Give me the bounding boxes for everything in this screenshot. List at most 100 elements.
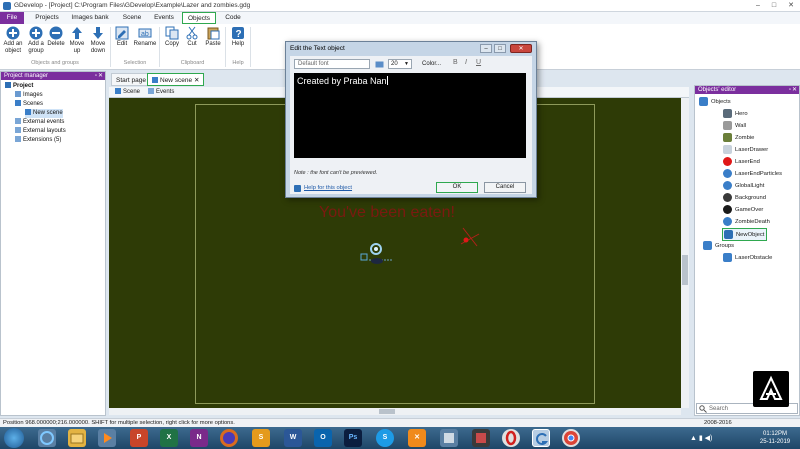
subtab-events[interactable]: Events [145, 88, 177, 97]
minimize-button[interactable]: – [752, 1, 764, 10]
bold-icon[interactable]: B [453, 59, 458, 66]
object-item[interactable]: LaserDrawer [723, 145, 768, 154]
taskbar-app-xampp[interactable]: ✕ [408, 429, 426, 447]
tab-projects[interactable]: Projects [30, 12, 64, 24]
dialog-maximize-button[interactable]: □ [494, 44, 506, 53]
color-button[interactable]: Color... [422, 61, 441, 67]
copy-button[interactable]: Copy [162, 26, 182, 48]
taskbar-app-sublime[interactable]: S [252, 429, 270, 447]
object-item[interactable]: ZombieDeath [723, 217, 770, 226]
taskbar-app-powerpoint[interactable]: P [130, 429, 148, 447]
taskbar-app-firefox[interactable] [220, 429, 238, 447]
delete-button[interactable]: Delete [46, 26, 66, 48]
taskbar-app-gdevelop[interactable] [532, 429, 550, 447]
taskbar-app-photoshop[interactable]: Ps [344, 429, 362, 447]
vertical-scrollbar[interactable] [681, 98, 689, 408]
help-button[interactable]: ? Help [228, 26, 248, 48]
scene-icon [115, 88, 121, 94]
tree-new-scene[interactable]: New scene [25, 109, 63, 118]
object-item[interactable]: GameOver [723, 205, 763, 214]
italic-icon[interactable]: I [465, 59, 467, 66]
taskbar-app-ie[interactable] [38, 429, 56, 447]
restore-icon[interactable]: ▫ [789, 86, 791, 94]
taskbar-app-word[interactable]: W [284, 429, 302, 447]
clock-time: 01:12PM [762, 431, 787, 437]
restore-icon[interactable]: ▫ [95, 72, 97, 80]
object-item[interactable]: Zombie [723, 133, 754, 142]
object-item[interactable]: LaserEndParticles [723, 169, 782, 178]
tree-project[interactable]: Project [5, 82, 33, 91]
objects-root[interactable]: Objects [699, 97, 731, 106]
groups-root[interactable]: Groups [703, 241, 734, 250]
taskbar-app-skype[interactable]: S [376, 429, 394, 447]
tab-events[interactable]: Events [150, 12, 178, 24]
scrollbar-thumb[interactable] [379, 409, 395, 414]
taskbar-app-misc[interactable] [440, 429, 458, 447]
tab-new-scene[interactable]: New scene ✕ [147, 73, 205, 86]
close-button[interactable]: ✕ [785, 1, 797, 10]
tree-external-layouts[interactable]: External layouts [15, 127, 66, 136]
move-up-label: Move up [69, 41, 85, 54]
tab-scene[interactable]: Scene [118, 12, 146, 24]
dialog-close-button[interactable]: ✕ [510, 44, 532, 53]
taskbar-app-media[interactable] [98, 429, 116, 447]
start-button[interactable] [4, 428, 24, 448]
tab-file[interactable]: File [0, 12, 24, 24]
font-size-select[interactable]: 20 ▼ [388, 59, 412, 69]
horizontal-scrollbar[interactable] [109, 408, 681, 415]
cancel-button[interactable]: Cancel [484, 182, 526, 193]
tab-images-bank[interactable]: Images bank [68, 12, 112, 24]
object-item[interactable]: Background [723, 193, 766, 202]
tray-icons[interactable]: ▲ ▮ ◀) [690, 434, 712, 442]
taskbar-app-explorer[interactable] [68, 429, 86, 447]
object-item-selected[interactable]: NewObject [722, 228, 768, 241]
object-item[interactable]: LaserEnd [723, 157, 760, 166]
ok-button[interactable]: OK [436, 182, 478, 193]
add-object-button[interactable]: Add an object [2, 26, 24, 55]
taskbar-app-tool[interactable] [472, 429, 490, 447]
scrollbar-thumb[interactable] [682, 255, 688, 285]
object-item[interactable]: GlobalLight [723, 181, 764, 190]
laser-end-sprite[interactable] [459, 226, 481, 248]
dialog-minimize-button[interactable]: – [480, 44, 492, 53]
tree-scenes[interactable]: Scenes [15, 100, 43, 109]
move-down-button[interactable]: Move down [88, 26, 108, 55]
close-icon[interactable]: ✕ [792, 86, 797, 94]
tree-external-events[interactable]: External events [15, 118, 64, 127]
font-field[interactable]: Default font [294, 59, 370, 69]
folder-icon[interactable] [375, 60, 384, 68]
hero-sprite[interactable] [357, 240, 397, 270]
object-item[interactable]: Wall [723, 121, 746, 130]
tree-images[interactable]: Images [15, 91, 43, 100]
object-label: GlobalLight [735, 183, 765, 190]
paste-button[interactable]: Paste [203, 26, 223, 48]
text-content-input[interactable]: Created by Praba Nan [294, 73, 526, 158]
move-up-button[interactable]: Move up [67, 26, 87, 55]
taskbar-app-excel[interactable]: X [160, 429, 178, 447]
add-group-button[interactable]: Add a group [25, 26, 47, 55]
tree-label: Scenes [23, 101, 44, 107]
taskbar-app-chrome[interactable] [562, 429, 580, 447]
taskbar-clock[interactable]: 01:12PM 25-11-2019 [752, 430, 798, 446]
maximize-button[interactable]: □ [768, 1, 780, 10]
cut-button[interactable]: Cut [183, 26, 201, 48]
group-separator [250, 27, 251, 67]
taskbar-app-outlook[interactable]: O [314, 429, 332, 447]
rename-button[interactable]: ab Rename [133, 26, 157, 48]
group-item[interactable]: LaserObstacle [723, 253, 772, 262]
edit-button[interactable]: Edit [112, 26, 132, 48]
tree-extensions[interactable]: Extensions (5) [15, 136, 61, 145]
tab-start-page[interactable]: Start page [111, 73, 151, 86]
close-tab-icon[interactable]: ✕ [194, 77, 199, 84]
help-link[interactable]: Help for this object [304, 185, 352, 191]
taskbar-app-onenote[interactable]: N [190, 429, 208, 447]
tab-code[interactable]: Code [220, 12, 246, 24]
taskbar-app-opera[interactable] [502, 429, 520, 447]
game-over-text[interactable]: You've been eaten! [319, 204, 455, 222]
object-item[interactable]: Hero [723, 109, 748, 118]
underline-icon[interactable]: U [476, 59, 481, 66]
subtab-scene[interactable]: Scene [112, 88, 143, 97]
close-icon[interactable]: ✕ [98, 72, 103, 80]
delete-label: Delete [47, 41, 65, 47]
tab-objects[interactable]: Objects [182, 12, 216, 24]
